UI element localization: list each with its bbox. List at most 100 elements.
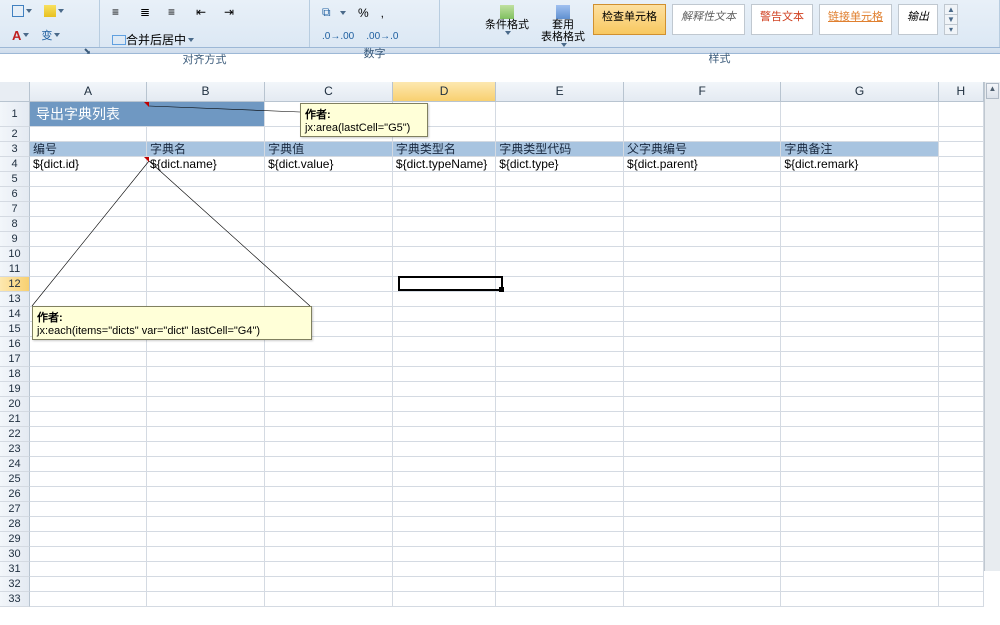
cell-C12[interactable] [265,277,393,292]
scroll-up-button[interactable]: ▲ [986,83,999,99]
cell-B5[interactable] [147,172,265,187]
cell-G2[interactable] [781,127,938,142]
cell-G22[interactable] [781,427,938,442]
cell-D9[interactable] [393,232,496,247]
cell-B13[interactable] [147,292,265,307]
header-cell-2[interactable]: 字典值 [265,142,393,157]
cell-A13[interactable] [30,292,147,307]
cell-B9[interactable] [147,232,265,247]
cell-H6[interactable] [939,187,984,202]
row-header-4[interactable]: 4 [0,157,30,172]
cell-G13[interactable] [781,292,938,307]
cell-F16[interactable] [624,337,781,352]
cell-A6[interactable] [30,187,147,202]
row-header-22[interactable]: 22 [0,427,30,442]
cell-F23[interactable] [624,442,781,457]
cell-C17[interactable] [265,352,393,367]
conditional-format-button[interactable]: 条件格式 [481,2,533,38]
row-header-3[interactable]: 3 [0,142,30,157]
cell-D17[interactable] [393,352,496,367]
cell-E24[interactable] [496,457,624,472]
cell-B6[interactable] [147,187,265,202]
col-header-A[interactable]: A [30,82,147,102]
row-header-1[interactable]: 1 [0,102,30,127]
cell-A33[interactable] [30,592,147,607]
cell-C13[interactable] [265,292,393,307]
data-cell-1[interactable]: ${dict.name} [147,157,265,172]
cell-F26[interactable] [624,487,781,502]
cell-C27[interactable] [265,502,393,517]
cell-A19[interactable] [30,382,147,397]
cell-A25[interactable] [30,472,147,487]
cell-B33[interactable] [147,592,265,607]
cell-E22[interactable] [496,427,624,442]
cell-G29[interactable] [781,532,938,547]
cell-F31[interactable] [624,562,781,577]
cell-D26[interactable] [393,487,496,502]
row-header-19[interactable]: 19 [0,382,30,397]
cell-C19[interactable] [265,382,393,397]
font-color-button[interactable]: A [8,25,33,46]
cell-C6[interactable] [265,187,393,202]
cell-H30[interactable] [939,547,984,562]
increase-decimal-icon[interactable]: .0→.00 [318,28,358,45]
row-header-16[interactable]: 16 [0,337,30,352]
cell-F27[interactable] [624,502,781,517]
cell-E31[interactable] [496,562,624,577]
cell-E29[interactable] [496,532,624,547]
cell-D23[interactable] [393,442,496,457]
row-header-12[interactable]: 12 [0,277,30,292]
cell-H33[interactable] [939,592,984,607]
cell-A24[interactable] [30,457,147,472]
cell-E13[interactable] [496,292,624,307]
style-check-cell[interactable]: 检查单元格 [593,4,666,35]
cell-H27[interactable] [939,502,984,517]
cell-E27[interactable] [496,502,624,517]
cell-H32[interactable] [939,577,984,592]
cell-D8[interactable] [393,217,496,232]
cell-H22[interactable] [939,427,984,442]
row-header-24[interactable]: 24 [0,457,30,472]
cell-E18[interactable] [496,367,624,382]
cell-H3[interactable] [939,142,984,157]
cell-G26[interactable] [781,487,938,502]
cell-F30[interactable] [624,547,781,562]
cell-F18[interactable] [624,367,781,382]
cell-C11[interactable] [265,262,393,277]
cell-C24[interactable] [265,457,393,472]
cell-A29[interactable] [30,532,147,547]
cell-D15[interactable] [393,322,496,337]
cell-C26[interactable] [265,487,393,502]
row-header-7[interactable]: 7 [0,202,30,217]
cell-G30[interactable] [781,547,938,562]
cell-E10[interactable] [496,247,624,262]
cell-E20[interactable] [496,397,624,412]
cell-E9[interactable] [496,232,624,247]
cell-E1[interactable] [496,102,624,127]
cell-D6[interactable] [393,187,496,202]
cell-G20[interactable] [781,397,938,412]
cell-B18[interactable] [147,367,265,382]
cell-E16[interactable] [496,337,624,352]
vertical-scrollbar[interactable]: ▲ [984,82,1000,571]
cell-G27[interactable] [781,502,938,517]
row-header-26[interactable]: 26 [0,487,30,502]
cell-C10[interactable] [265,247,393,262]
cell-C33[interactable] [265,592,393,607]
data-cell-3[interactable]: ${dict.typeName} [393,157,496,172]
cell-styles-gallery[interactable]: 检查单元格 解释性文本 警告文本 链接单元格 输出 ▲▼▾ [593,2,958,35]
row-header-14[interactable]: 14 [0,307,30,322]
cell-D28[interactable] [393,517,496,532]
cell-G31[interactable] [781,562,938,577]
cell-A32[interactable] [30,577,147,592]
cell-A12[interactable] [30,277,147,292]
cell-E17[interactable] [496,352,624,367]
cell-D16[interactable] [393,337,496,352]
fill-color-button[interactable] [40,2,68,20]
cell-G23[interactable] [781,442,938,457]
cell-E6[interactable] [496,187,624,202]
cell-D21[interactable] [393,412,496,427]
cell-B7[interactable] [147,202,265,217]
cell-H29[interactable] [939,532,984,547]
cell-B21[interactable] [147,412,265,427]
